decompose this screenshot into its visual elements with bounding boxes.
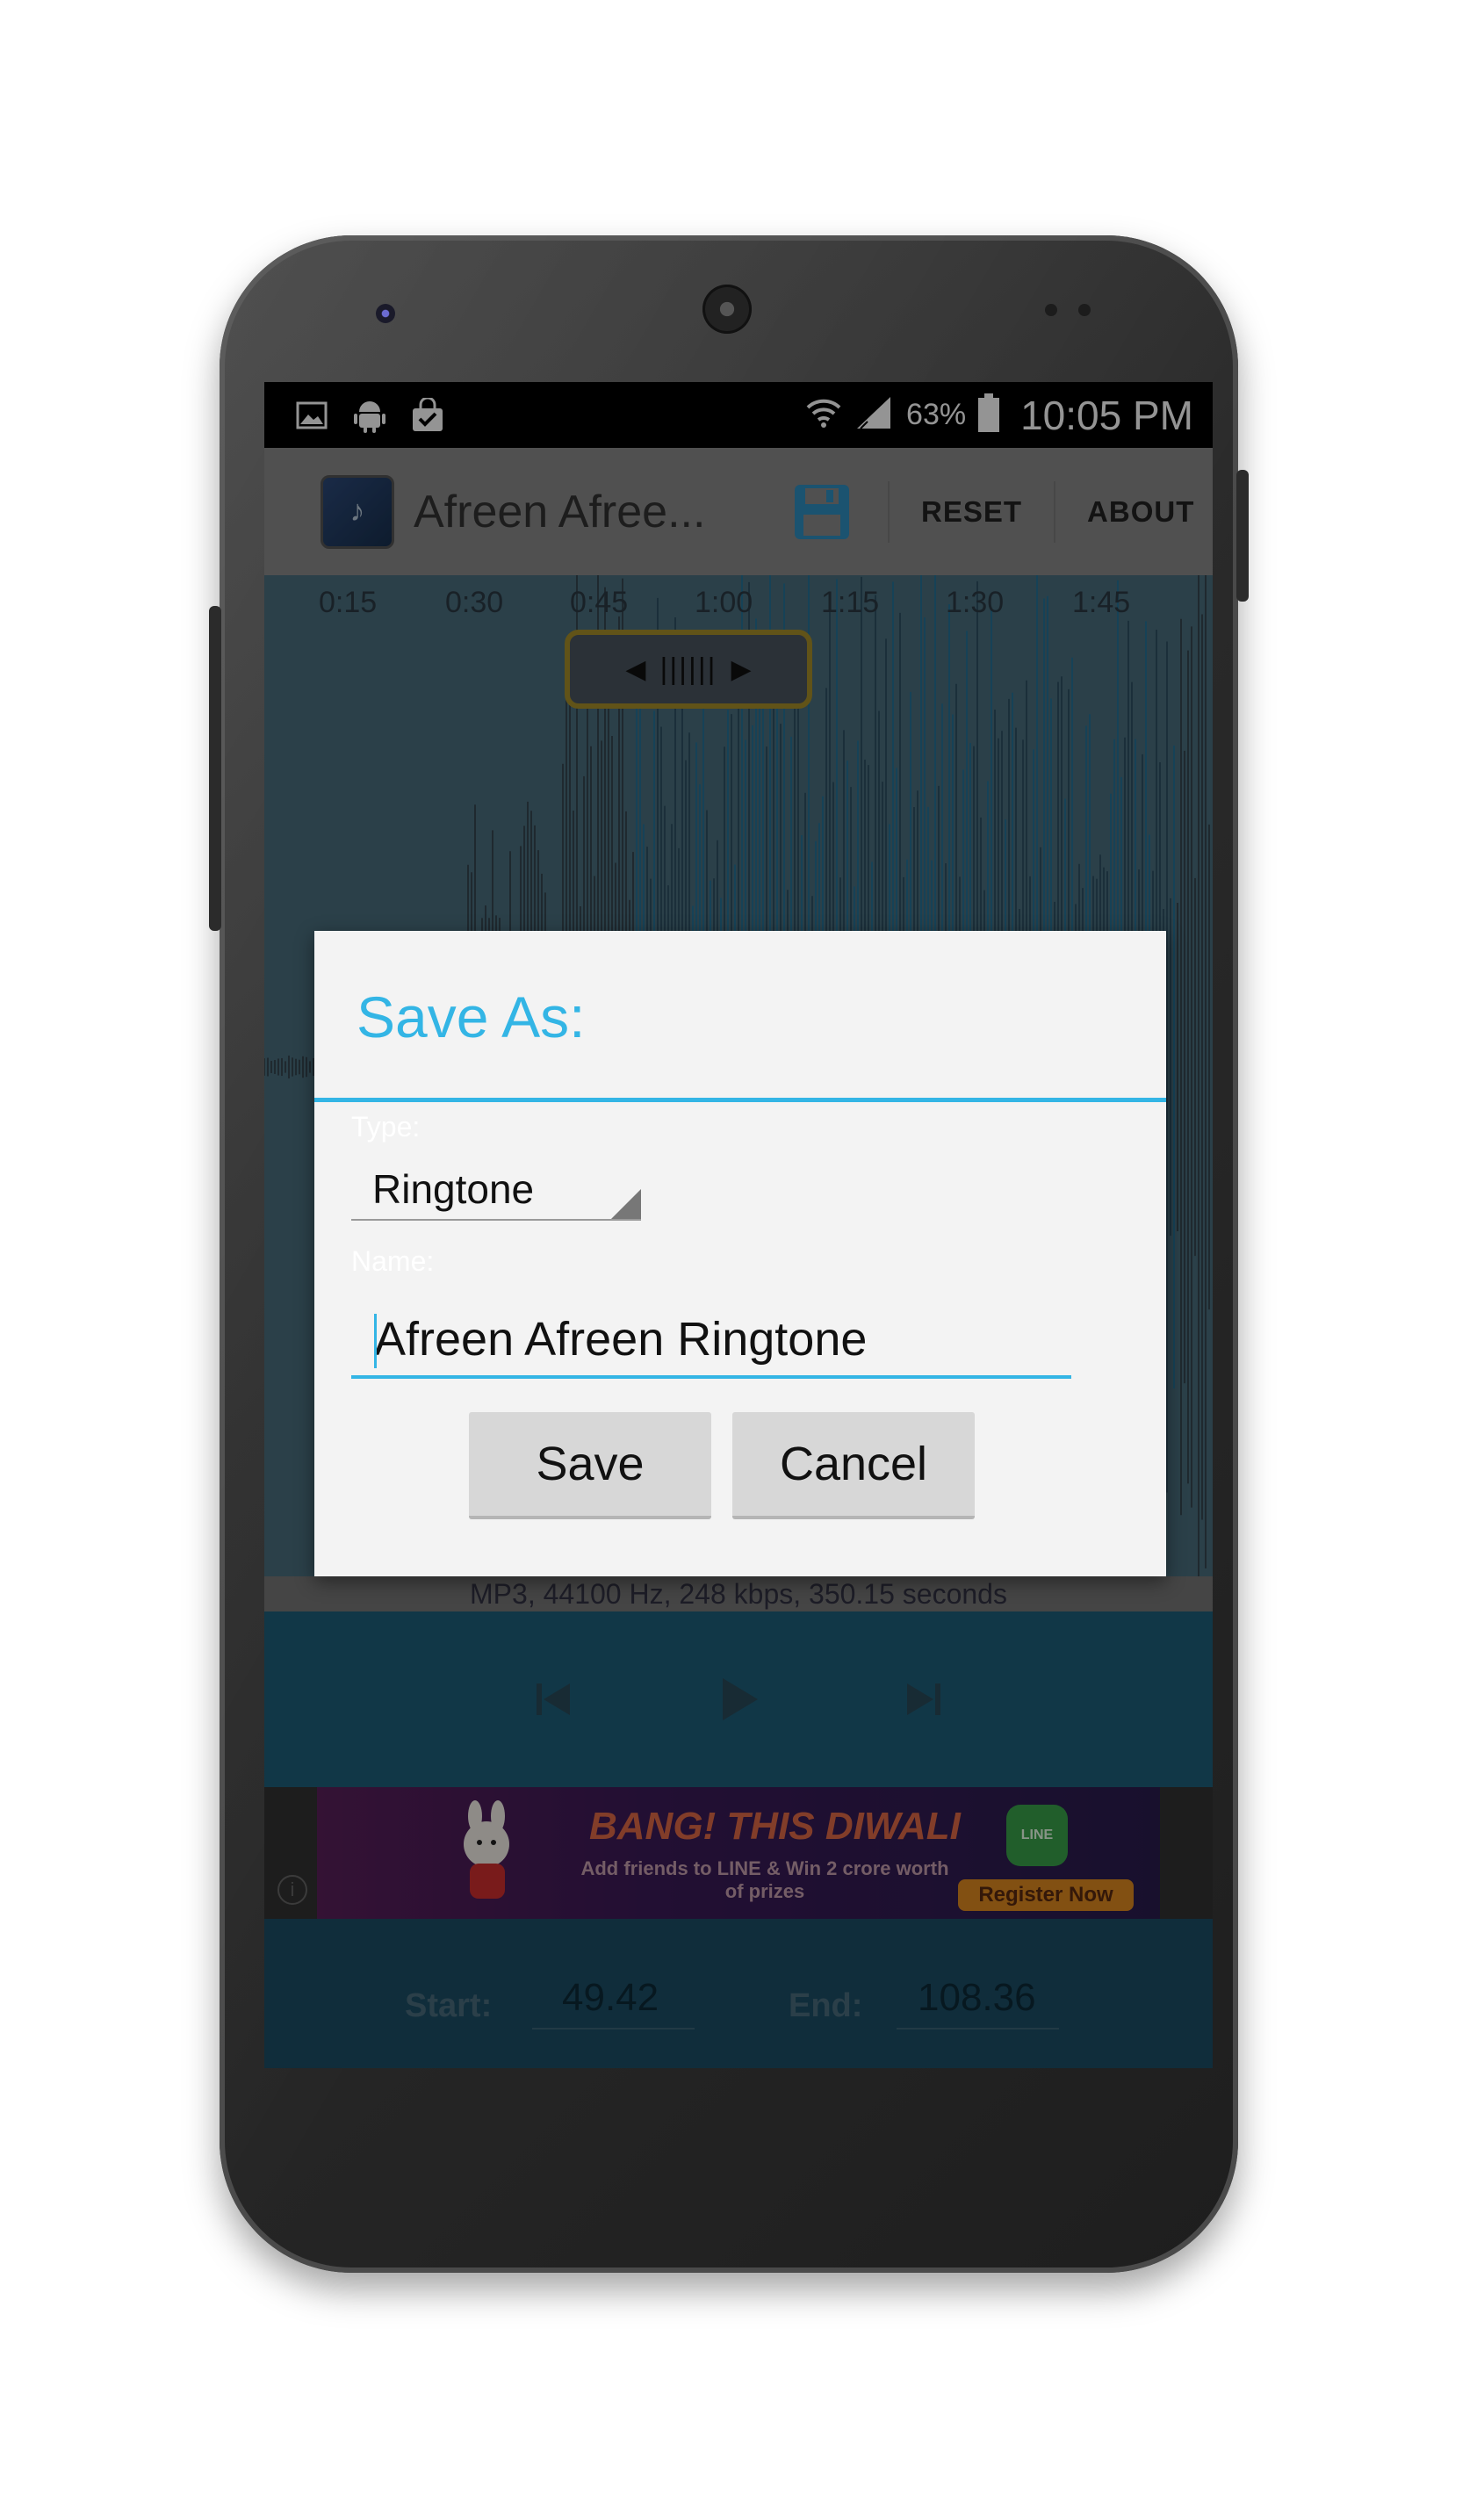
speaker-grille: [702, 285, 752, 334]
type-value: Ringtone: [372, 1166, 535, 1212]
name-label: Name:: [351, 1245, 435, 1277]
power-button: [1236, 470, 1249, 602]
text-cursor: [374, 1314, 377, 1368]
dialog-title-divider: [314, 1098, 1166, 1102]
volume-button: [209, 606, 221, 931]
type-label: Type:: [351, 1111, 421, 1143]
light-sensor: [1078, 304, 1091, 316]
name-input[interactable]: Afreen Afreen Ringtone: [351, 1300, 1071, 1379]
save-button[interactable]: Save: [469, 1412, 711, 1519]
dialog-title: Save As:: [357, 984, 586, 1049]
type-spinner[interactable]: Ringtone: [351, 1157, 641, 1221]
cancel-button[interactable]: Cancel: [732, 1412, 975, 1519]
proximity-sensor: [1045, 304, 1057, 316]
screen: 63% 10:05 PM ♪ Afreen Afree... RESET ABO…: [264, 382, 1213, 2068]
dropdown-corner-icon: [611, 1189, 641, 1219]
save-as-dialog: Save As: Type: Ringtone Name: Afreen Afr…: [314, 931, 1166, 1576]
name-value: Afreen Afreen Ringtone: [374, 1313, 868, 1366]
front-camera: [376, 304, 395, 323]
